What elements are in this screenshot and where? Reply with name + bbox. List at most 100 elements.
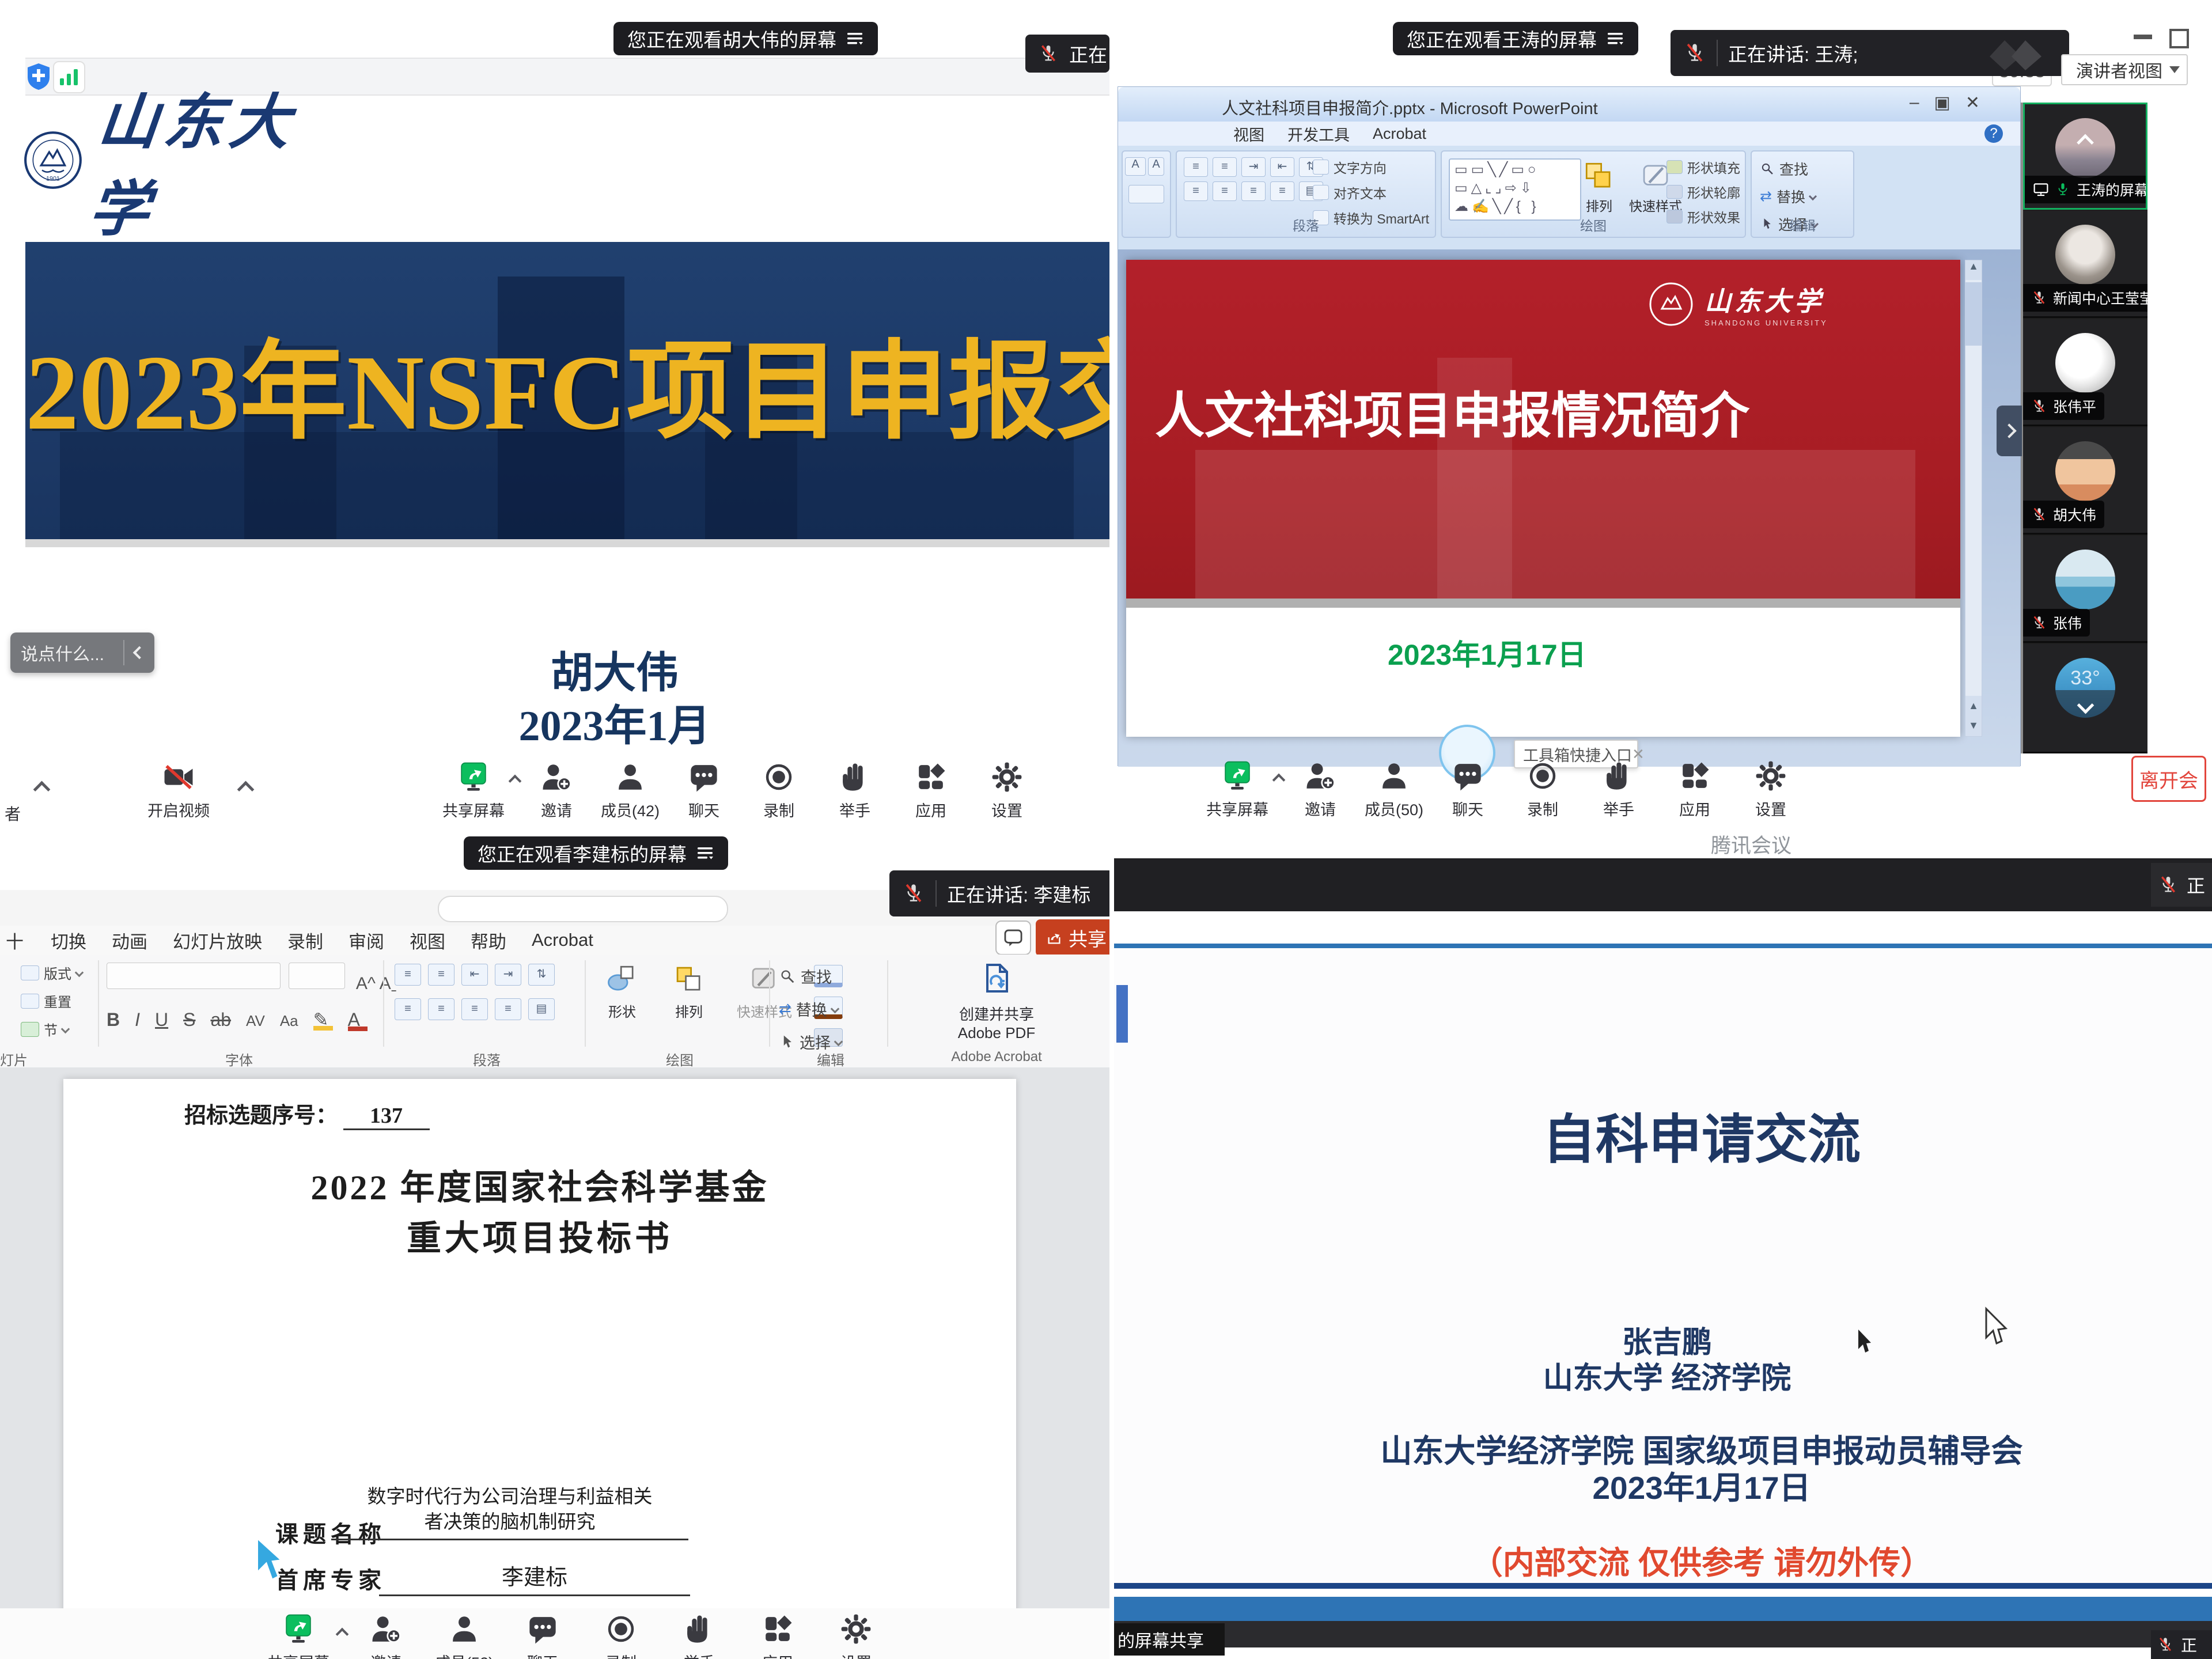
arrange-button[interactable]: 排列 <box>663 963 715 1021</box>
chat-button[interactable]: 聊天 <box>667 760 741 821</box>
layout-button[interactable]: 版式 <box>21 963 82 983</box>
tab-review[interactable]: 审阅 <box>349 927 384 953</box>
align-right-button[interactable]: ≡ <box>461 998 488 1020</box>
share-screen-button[interactable]: 共享屏幕 <box>259 1612 338 1659</box>
watching-screen-pill[interactable]: 您正在观看胡大伟的屏幕 <box>613 22 878 55</box>
members-button[interactable]: 成员(50) <box>1357 759 1431 820</box>
apps-button[interactable]: 应用 <box>893 760 969 821</box>
tab-acrobat[interactable]: Acrobat <box>532 930 593 950</box>
chat-button[interactable]: 聊天 <box>1431 759 1505 820</box>
record-button[interactable]: 录制 <box>582 1612 660 1659</box>
align-button[interactable]: ≡ <box>1270 181 1294 201</box>
adobe-pdf-button[interactable]: 创建并共享 Adobe PDF <box>933 961 1060 1042</box>
help-icon[interactable]: ? <box>1984 124 2003 143</box>
numbering-button[interactable]: ≡ <box>428 964 454 986</box>
participant-tile[interactable]: 张伟平 <box>2023 319 2147 426</box>
find-button[interactable]: 查找 <box>779 965 842 987</box>
share-screen-button[interactable]: 共享屏幕 <box>437 760 510 821</box>
members-button[interactable]: 成员(52) <box>425 1612 503 1659</box>
apps-button[interactable]: 应用 <box>738 1612 817 1659</box>
line-spacing-button[interactable]: ⇅ <box>528 964 555 986</box>
align-center-button[interactable]: ≡ <box>428 998 454 1020</box>
align-button[interactable]: ≡ <box>1241 181 1266 201</box>
numbering-button[interactable]: ≡ <box>1213 157 1237 177</box>
reset-button[interactable]: 重置 <box>21 991 82 1011</box>
tab-view[interactable]: 视图 <box>1233 123 1264 145</box>
comment-button[interactable] <box>995 921 1031 955</box>
invite-button[interactable]: 邀请 <box>1283 759 1357 820</box>
tab-partial[interactable]: 十 <box>6 927 25 953</box>
shapes-palette[interactable]: ▭▭╲╱▭○▭△⌞⌟⇨⇩☁✍╲╱{ } <box>1449 158 1581 221</box>
participant-tile[interactable]: 33° <box>2023 644 2147 753</box>
arrange-button[interactable]: 排列 <box>1579 160 1619 215</box>
clear-format-button[interactable]: ab <box>210 1009 231 1031</box>
shapes-button[interactable]: 形状 <box>596 963 648 1021</box>
participant-tile[interactable]: 新闻中心王莹莹 <box>2023 211 2147 318</box>
chat-placeholder[interactable]: 说点什么... <box>10 640 123 665</box>
find-button[interactable]: 查找 <box>1760 158 1853 179</box>
font-size-select[interactable] <box>289 963 345 989</box>
strikethrough-button[interactable]: S <box>183 1009 195 1031</box>
indent-button[interactable]: ⇥ <box>1241 157 1266 177</box>
tab-acrobat[interactable]: Acrobat <box>1373 125 1426 143</box>
bullets-button[interactable]: ≡ <box>395 964 421 986</box>
font-color-button[interactable]: A <box>348 1009 368 1031</box>
tab-animations[interactable]: 动画 <box>112 927 147 953</box>
collapse-chat-icon[interactable] <box>124 648 154 657</box>
participant-tile-active[interactable]: 王涛的屏幕共享 <box>2023 103 2147 210</box>
ppt-scrollbar[interactable]: ▲ ▲▼ <box>1965 260 1982 737</box>
scroll-thumb[interactable] <box>1965 282 1982 346</box>
speaker-view-button[interactable]: 演讲者视图 <box>2061 54 2188 85</box>
raise-hand-button[interactable]: 举手 <box>660 1612 738 1659</box>
font-family-select[interactable] <box>107 963 281 989</box>
settings-button[interactable]: 设置 <box>817 1612 895 1659</box>
tab-record[interactable]: 录制 <box>287 927 323 953</box>
indent-button[interactable]: ⇤ <box>1270 157 1294 177</box>
chat-quick-bubble[interactable]: 说点什么... <box>10 632 154 673</box>
shield-icon[interactable] <box>25 62 52 91</box>
char-spacing-button[interactable]: AV <box>246 1012 265 1030</box>
indent-increase-button[interactable]: ⇥ <box>495 964 521 986</box>
tab-view[interactable]: 视图 <box>410 927 445 953</box>
tab-help[interactable]: 帮助 <box>471 927 506 953</box>
scroll-more-overlay[interactable] <box>2023 690 2147 720</box>
raise-hand-button[interactable]: 举手 <box>817 760 893 821</box>
ppt-minimize-button[interactable]: – <box>1910 93 1919 113</box>
tab-developer[interactable]: 开发工具 <box>1287 123 1350 145</box>
window-restore-button[interactable] <box>2169 29 2189 48</box>
leave-meeting-button[interactable]: 离开会 <box>2131 756 2206 802</box>
start-video-button[interactable]: 开启视频 <box>138 760 219 821</box>
members-button[interactable]: 成员(42) <box>593 760 667 821</box>
network-signal-icon[interactable] <box>53 61 85 93</box>
section-button[interactable]: 节 <box>21 1019 82 1039</box>
share-button[interactable]: 共享 <box>1036 919 1109 956</box>
bold-button[interactable]: B <box>107 1009 120 1031</box>
settings-button[interactable]: 设置 <box>1733 759 1809 820</box>
bullets-button[interactable]: ≡ <box>1184 157 1208 177</box>
align-text-button[interactable]: 对齐文本 <box>1313 183 1429 202</box>
align-button[interactable]: ≡ <box>1184 181 1208 201</box>
hamburger-menu-icon[interactable] <box>696 844 714 862</box>
invite-button[interactable]: 邀请 <box>347 1612 425 1659</box>
raise-hand-button[interactable]: 举手 <box>1581 759 1657 820</box>
ppt-restore-button[interactable]: ▣ <box>1934 93 1950 113</box>
hamburger-menu-icon[interactable] <box>1606 29 1624 48</box>
align-left-button[interactable]: ≡ <box>395 998 421 1020</box>
share-screen-button[interactable]: 共享屏幕 <box>1200 759 1274 820</box>
columns-button[interactable]: ▤ <box>528 998 555 1020</box>
apps-button[interactable]: 应用 <box>1657 759 1733 820</box>
italic-button[interactable]: I <box>135 1009 140 1031</box>
tab-transitions[interactable]: 切换 <box>51 927 86 953</box>
record-button[interactable]: 录制 <box>1505 759 1581 820</box>
record-button[interactable]: 录制 <box>741 760 817 821</box>
justify-button[interactable]: ≡ <box>495 998 521 1020</box>
invite-button[interactable]: 邀请 <box>520 760 593 821</box>
settings-button[interactable]: 设置 <box>969 760 1045 821</box>
underline-button[interactable]: U <box>155 1009 168 1031</box>
replace-button[interactable]: ⇄替换 <box>1760 186 1853 207</box>
participant-tile[interactable]: 张伟 <box>2023 536 2147 643</box>
shape-fill-button[interactable]: 形状填充 <box>1666 157 1740 177</box>
window-minimize-button[interactable] <box>2134 35 2152 39</box>
tab-slideshow[interactable]: 幻灯片放映 <box>173 927 262 953</box>
participant-tile[interactable]: 胡大伟 <box>2023 427 2147 535</box>
